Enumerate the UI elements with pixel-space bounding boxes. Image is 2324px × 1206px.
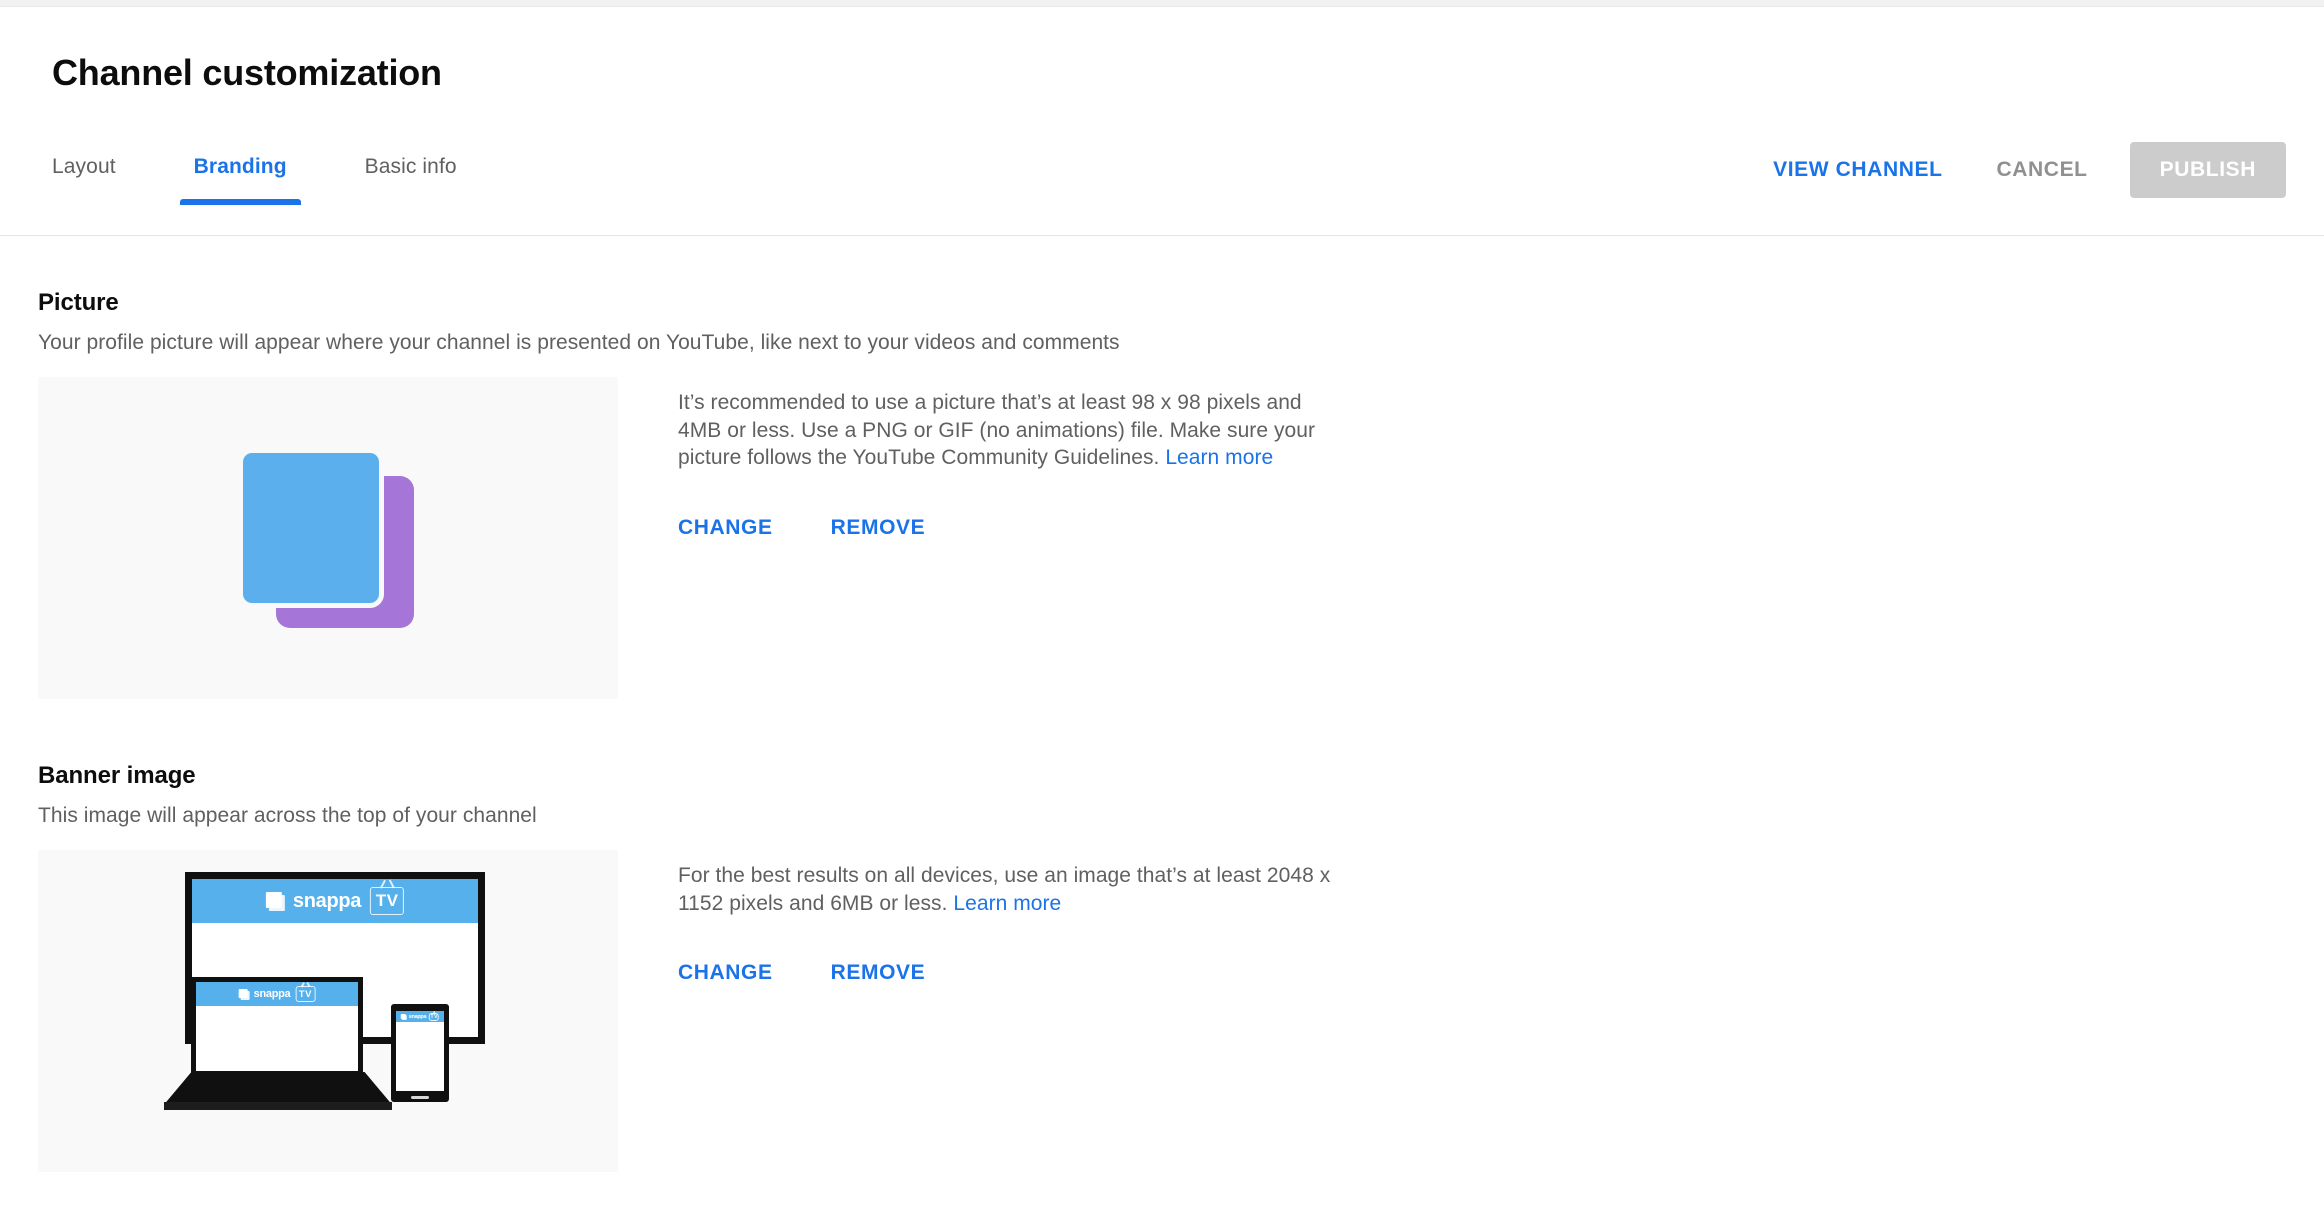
publish-button[interactable]: PUBLISH	[2129, 142, 2286, 198]
picture-info-column: It’s recommended to use a picture that’s…	[678, 377, 1338, 550]
profile-picture-thumbnail[interactable]	[38, 377, 618, 699]
phone-icon: snappa TV	[391, 1004, 449, 1102]
tv-badge-label-medium: TV	[298, 988, 312, 1000]
laptop-foot	[164, 1102, 392, 1110]
tv-badge-icon-small: TV	[429, 1012, 440, 1021]
stacked-squares-icon	[238, 448, 418, 628]
tv-badge-label-small: TV	[430, 1013, 438, 1020]
banner-recommendation-text: For the best results on all devices, use…	[678, 862, 1338, 917]
phone-screen: snappa TV	[396, 1011, 444, 1091]
brand-wordmark-medium: snappa	[253, 988, 291, 1000]
laptop-icon: snappa TV	[191, 977, 363, 1074]
devices-preview-illustration: snappa TV snappa TV snappa TV	[163, 872, 493, 1150]
active-tab-indicator	[179, 199, 301, 205]
cancel-button[interactable]: CANCEL	[1981, 144, 2104, 196]
view-channel-button[interactable]: VIEW CHANNEL	[1757, 144, 1958, 196]
banner-section-body: snappa TV snappa TV snappa TV For the be…	[38, 850, 1338, 1172]
picture-change-button[interactable]: CHANGE	[678, 506, 773, 550]
picture-learn-more-link[interactable]: Learn more	[1165, 446, 1273, 469]
tab-basic-info[interactable]: Basic info	[365, 155, 457, 205]
page-header: Channel customization Layout Branding Ba…	[0, 7, 2324, 236]
section-banner: Banner image This image will appear acro…	[38, 762, 1338, 1172]
brand-wordmark-small: snappa	[408, 1013, 427, 1020]
brand-lockup-small: snappa TV	[400, 1012, 440, 1021]
picture-section-title: Picture	[38, 289, 119, 316]
tab-bar: Layout Branding Basic info	[52, 155, 535, 235]
stacked-squares-front-shape	[238, 448, 384, 608]
snappa-mark-icon-small	[400, 1013, 407, 1020]
picture-section-description: Your profile picture will appear where y…	[38, 331, 1120, 354]
snappa-mark-icon-medium	[238, 988, 250, 1000]
banner-change-button[interactable]: CHANGE	[678, 951, 773, 995]
picture-actions: CHANGE REMOVE	[678, 506, 1338, 550]
header-actions: VIEW CHANNEL CANCEL PUBLISH	[1757, 142, 2286, 198]
page-title: Channel customization	[52, 52, 442, 93]
tab-layout-label: Layout	[52, 155, 116, 178]
tv-badge-icon-large: TV	[370, 887, 405, 915]
window-top-strip	[0, 0, 2324, 7]
banner-info-column: For the best results on all devices, use…	[678, 850, 1338, 995]
picture-remove-button[interactable]: REMOVE	[831, 506, 926, 550]
brand-lockup-large: snappa TV	[265, 887, 405, 915]
tab-basic-info-label: Basic info	[364, 155, 457, 178]
tv-badge-label-large: TV	[375, 891, 399, 910]
brand-lockup-medium: snappa TV	[238, 986, 316, 1002]
banner-learn-more-link[interactable]: Learn more	[953, 892, 1061, 915]
snappa-mark-icon	[265, 891, 285, 911]
picture-section-body: It’s recommended to use a picture that’s…	[38, 377, 1338, 699]
monitor-banner-strip: snappa TV	[192, 879, 478, 923]
section-picture: Picture Your profile picture will appear…	[38, 289, 1338, 699]
tv-badge-icon-medium: TV	[295, 986, 316, 1002]
banner-section-title: Banner image	[38, 762, 196, 789]
tab-branding[interactable]: Branding	[179, 155, 301, 205]
banner-actions: CHANGE REMOVE	[678, 951, 1338, 995]
phone-home-indicator	[411, 1096, 429, 1099]
laptop-banner-strip: snappa TV	[196, 982, 358, 1006]
phone-banner-strip: snappa TV	[396, 1011, 444, 1022]
laptop-screen: snappa TV	[196, 982, 358, 1071]
picture-recommendation-text: It’s recommended to use a picture that’s…	[678, 389, 1338, 472]
banner-image-thumbnail[interactable]: snappa TV snappa TV snappa TV	[38, 850, 618, 1172]
tab-branding-label: Branding	[193, 155, 287, 178]
brand-wordmark-large: snappa	[292, 889, 362, 912]
banner-section-description: This image will appear across the top of…	[38, 804, 537, 827]
tab-layout[interactable]: Layout	[52, 155, 116, 205]
main-content: Picture Your profile picture will appear…	[0, 237, 2324, 1206]
banner-remove-button[interactable]: REMOVE	[831, 951, 926, 995]
